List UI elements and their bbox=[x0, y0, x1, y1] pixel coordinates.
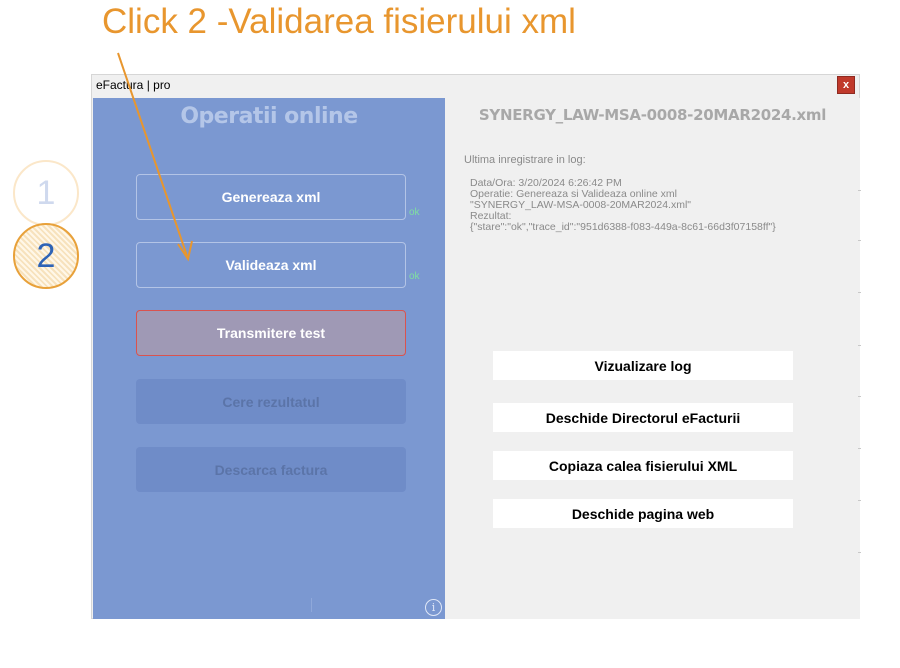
close-button[interactable]: x bbox=[837, 76, 855, 94]
download-invoice-button[interactable]: Descarca factura bbox=[136, 447, 406, 492]
log-line: "SYNERGY_LAW-MSA-0008-20MAR2024.xml" bbox=[470, 199, 692, 211]
step-1-badge: 1 bbox=[13, 160, 79, 226]
request-result-button[interactable]: Cere rezultatul bbox=[136, 379, 406, 424]
xml-file-name: SYNERGY_LAW-MSA-0008-20MAR2024.xml bbox=[478, 106, 827, 124]
generate-xml-button[interactable]: Genereaza xml bbox=[136, 174, 406, 220]
view-log-button[interactable]: Vizualizare log bbox=[493, 351, 793, 380]
copy-xml-path-button[interactable]: Copiaza calea fisierului XML bbox=[493, 451, 793, 480]
panel-title: Operatii online bbox=[180, 104, 358, 129]
validate-xml-button[interactable]: Valideaza xml bbox=[136, 242, 406, 288]
window-title: eFactura | pro bbox=[96, 78, 171, 92]
generate-status: ok bbox=[409, 207, 420, 218]
online-operations-panel: Operatii online Genereaza xml ok Validea… bbox=[93, 98, 445, 619]
efactura-window: eFactura | pro x Operatii online Generea… bbox=[91, 74, 860, 619]
open-efactura-folder-button[interactable]: Deschide Directorul eFacturii bbox=[493, 403, 793, 432]
step-2-badge: 2 bbox=[13, 223, 79, 289]
info-icon[interactable]: i bbox=[425, 599, 442, 616]
details-panel: SYNERGY_LAW-MSA-0008-20MAR2024.xml Ultim… bbox=[445, 98, 860, 619]
log-heading: Ultima inregistrare in log: bbox=[464, 154, 586, 166]
log-line: {"stare":"ok","trace_id":"951d6388-f083-… bbox=[470, 221, 776, 233]
transmit-test-button[interactable]: Transmitere test bbox=[136, 310, 406, 356]
open-web-page-button[interactable]: Deschide pagina web bbox=[493, 499, 793, 528]
instruction-heading: Click 2 -Validarea fisierului xml bbox=[102, 2, 576, 41]
validate-status: ok bbox=[409, 271, 420, 282]
divider-tick bbox=[311, 598, 312, 612]
log-entry: Data/Ora: 3/20/2024 6:26:42 PM Operatie:… bbox=[470, 178, 776, 233]
